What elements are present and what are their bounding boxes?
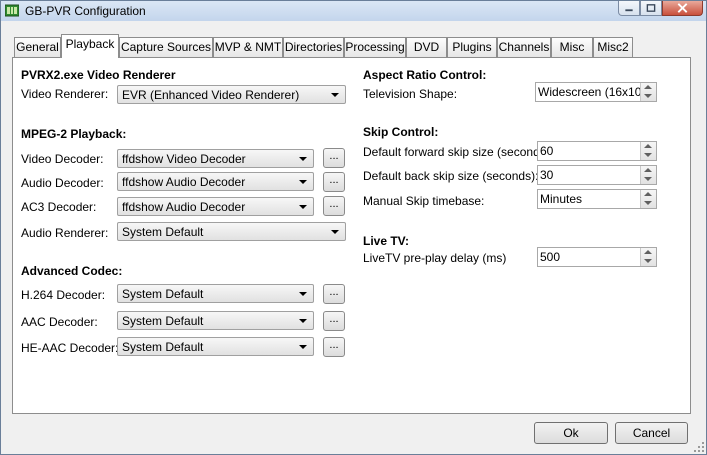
forward-skip-label: Default forward skip size (seconds):: [363, 145, 554, 159]
video-renderer-value: EVR (Enhanced Video Renderer): [122, 88, 300, 102]
tab-misc2[interactable]: Misc2: [593, 37, 633, 57]
tab-mvp-nmt[interactable]: MVP & NMT: [213, 37, 283, 57]
chevron-down-icon: [331, 230, 339, 234]
spin-up-icon[interactable]: [644, 144, 652, 148]
ac3-decoder-label: AC3 Decoder:: [21, 200, 97, 214]
back-skip-spinner[interactable]: 30: [537, 165, 657, 185]
heaac-decoder-select[interactable]: System Default: [117, 337, 314, 356]
spin-up-icon[interactable]: [644, 192, 652, 196]
spin-down-icon[interactable]: [644, 153, 652, 157]
back-skip-value: 30: [540, 168, 554, 182]
title-bar[interactable]: GB-PVR Configuration: [1, 1, 706, 21]
audio-renderer-select[interactable]: System Default: [117, 222, 346, 241]
tab-plugins[interactable]: Plugins: [447, 37, 497, 57]
video-decoder-select[interactable]: ffdshow Video Decoder: [117, 149, 314, 168]
h264-decoder-label: H.264 Decoder:: [21, 288, 106, 302]
h264-decoder-settings-button[interactable]: ...: [323, 284, 345, 304]
playback-panel: PVRX2.exe Video Renderer Video Renderer:…: [12, 57, 691, 414]
aac-decoder-select[interactable]: System Default: [117, 311, 314, 330]
back-skip-label: Default back skip size (seconds):: [363, 169, 539, 183]
spinner-buttons[interactable]: [640, 248, 656, 266]
audio-renderer-value: System Default: [122, 225, 204, 239]
spin-up-icon[interactable]: [644, 168, 652, 172]
chevron-down-icon: [299, 292, 307, 296]
ac3-decoder-select[interactable]: ffdshow Audio Decoder: [117, 197, 314, 216]
audio-decoder-value: ffdshow Audio Decoder: [122, 175, 246, 189]
spin-up-icon[interactable]: [644, 85, 652, 89]
window-title: GB-PVR Configuration: [25, 4, 146, 18]
spin-up-icon[interactable]: [644, 250, 652, 254]
h264-decoder-select[interactable]: System Default: [117, 284, 314, 303]
tab-capture-sources[interactable]: Capture Sources: [119, 37, 213, 57]
audio-renderer-label: Audio Renderer:: [21, 226, 109, 240]
section-mpeg2-playback: MPEG-2 Playback:: [21, 127, 127, 141]
maximize-icon: [646, 4, 656, 12]
minimize-icon: [625, 9, 633, 12]
minimize-button[interactable]: [618, 1, 640, 16]
audio-decoder-select[interactable]: ffdshow Audio Decoder: [117, 172, 314, 191]
app-icon: [5, 4, 19, 17]
chevron-down-icon: [299, 157, 307, 161]
chevron-down-icon: [331, 93, 339, 97]
spinner-buttons[interactable]: [640, 142, 656, 160]
ac3-decoder-settings-button[interactable]: ...: [323, 196, 345, 216]
close-icon: [677, 3, 688, 13]
video-decoder-value: ffdshow Video Decoder: [122, 152, 246, 166]
chevron-down-icon: [299, 345, 307, 349]
tv-shape-spinner[interactable]: Widescreen (16x10): [535, 82, 657, 102]
spin-down-icon[interactable]: [644, 259, 652, 263]
chevron-down-icon: [299, 205, 307, 209]
skip-timebase-label: Manual Skip timebase:: [363, 194, 485, 208]
spin-down-icon[interactable]: [644, 177, 652, 181]
section-video-renderer: PVRX2.exe Video Renderer: [21, 68, 176, 82]
ac3-decoder-value: ffdshow Audio Decoder: [122, 200, 246, 214]
spinner-buttons[interactable]: [640, 166, 656, 184]
h264-decoder-value: System Default: [122, 287, 204, 301]
tab-misc[interactable]: Misc: [551, 37, 593, 57]
video-renderer-label: Video Renderer:: [21, 87, 109, 101]
forward-skip-spinner[interactable]: 60: [537, 141, 657, 161]
video-renderer-select[interactable]: EVR (Enhanced Video Renderer): [117, 85, 346, 104]
cancel-button[interactable]: Cancel: [615, 422, 688, 444]
aac-decoder-label: AAC Decoder:: [21, 315, 98, 329]
preplay-delay-spinner[interactable]: 500: [537, 247, 657, 267]
tv-shape-label: Television Shape:: [363, 87, 458, 101]
section-skip-control: Skip Control:: [363, 125, 439, 139]
heaac-decoder-label: HE-AAC Decoder:: [21, 341, 119, 355]
skip-timebase-spinner[interactable]: Minutes: [537, 189, 657, 209]
spin-down-icon[interactable]: [644, 94, 652, 98]
spinner-buttons[interactable]: [640, 83, 656, 101]
aac-decoder-settings-button[interactable]: ...: [323, 311, 345, 331]
tv-shape-value: Widescreen (16x10): [538, 85, 646, 99]
tab-directories[interactable]: Directories: [283, 37, 344, 57]
maximize-button[interactable]: [640, 1, 662, 16]
aac-decoder-value: System Default: [122, 314, 204, 328]
preplay-delay-label: LiveTV pre-play delay (ms): [363, 251, 507, 265]
tab-playback[interactable]: Playback: [61, 34, 119, 58]
close-button[interactable]: [662, 1, 703, 16]
tab-channels[interactable]: Channels: [497, 37, 551, 57]
chevron-down-icon: [299, 180, 307, 184]
video-decoder-settings-button[interactable]: ...: [323, 148, 345, 168]
tab-general[interactable]: General: [14, 37, 61, 57]
section-live-tv: Live TV:: [363, 234, 410, 248]
section-advanced-codec: Advanced Codec:: [21, 264, 123, 278]
audio-decoder-settings-button[interactable]: ...: [323, 172, 345, 192]
video-decoder-label: Video Decoder:: [21, 152, 104, 166]
spin-down-icon[interactable]: [644, 201, 652, 205]
heaac-decoder-value: System Default: [122, 340, 204, 354]
preplay-delay-value: 500: [540, 250, 561, 264]
audio-decoder-label: Audio Decoder:: [21, 176, 104, 190]
skip-timebase-value: Minutes: [540, 192, 583, 206]
forward-skip-value: 60: [540, 144, 554, 158]
chevron-down-icon: [299, 319, 307, 323]
tab-dvd[interactable]: DVD: [406, 37, 447, 57]
tab-processing[interactable]: Processing: [344, 37, 406, 57]
ok-button[interactable]: Ok: [534, 422, 608, 444]
heaac-decoder-settings-button[interactable]: ...: [323, 337, 345, 357]
section-aspect-ratio: Aspect Ratio Control:: [363, 68, 487, 82]
config-window: GB-PVR Configuration General Playback Ca…: [0, 0, 707, 455]
spinner-buttons[interactable]: [640, 190, 656, 208]
resize-grip-icon[interactable]: [693, 441, 705, 453]
